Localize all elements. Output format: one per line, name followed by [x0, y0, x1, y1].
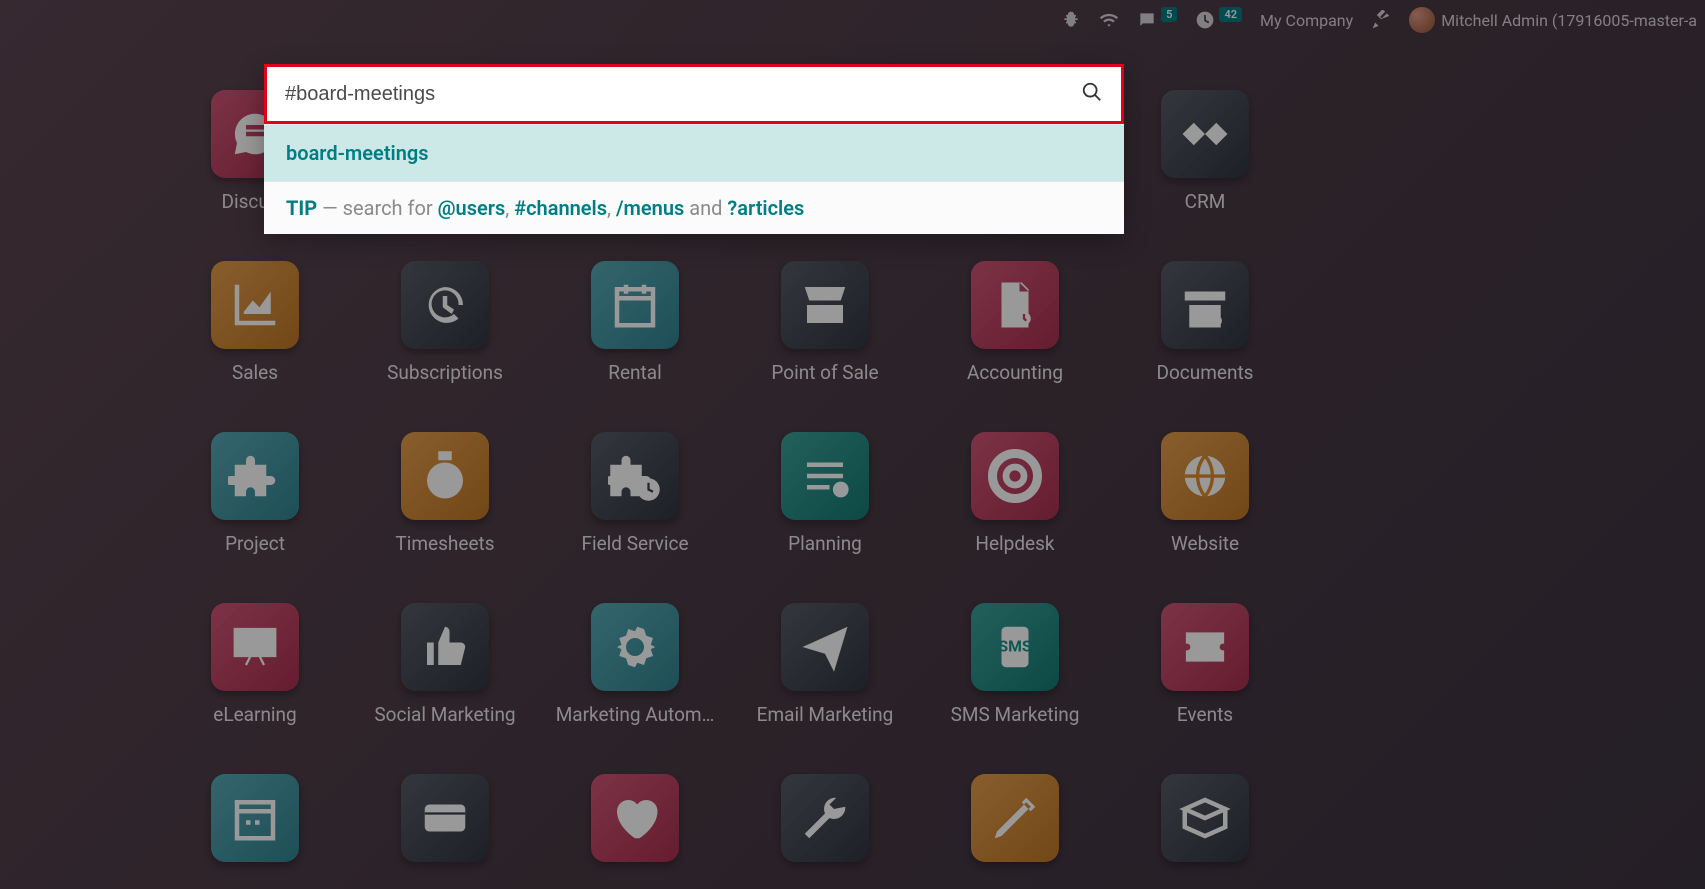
search-input-row — [264, 64, 1124, 124]
search-input[interactable] — [285, 83, 1081, 106]
search-result-item[interactable]: board-meetings — [264, 124, 1124, 181]
search-panel: board-meetings TIP — search for @users, … — [264, 64, 1124, 234]
search-icon[interactable] — [1081, 81, 1103, 107]
search-tip: TIP — search for @users, #channels, /men… — [264, 181, 1124, 234]
tip-label: TIP — [286, 196, 317, 220]
